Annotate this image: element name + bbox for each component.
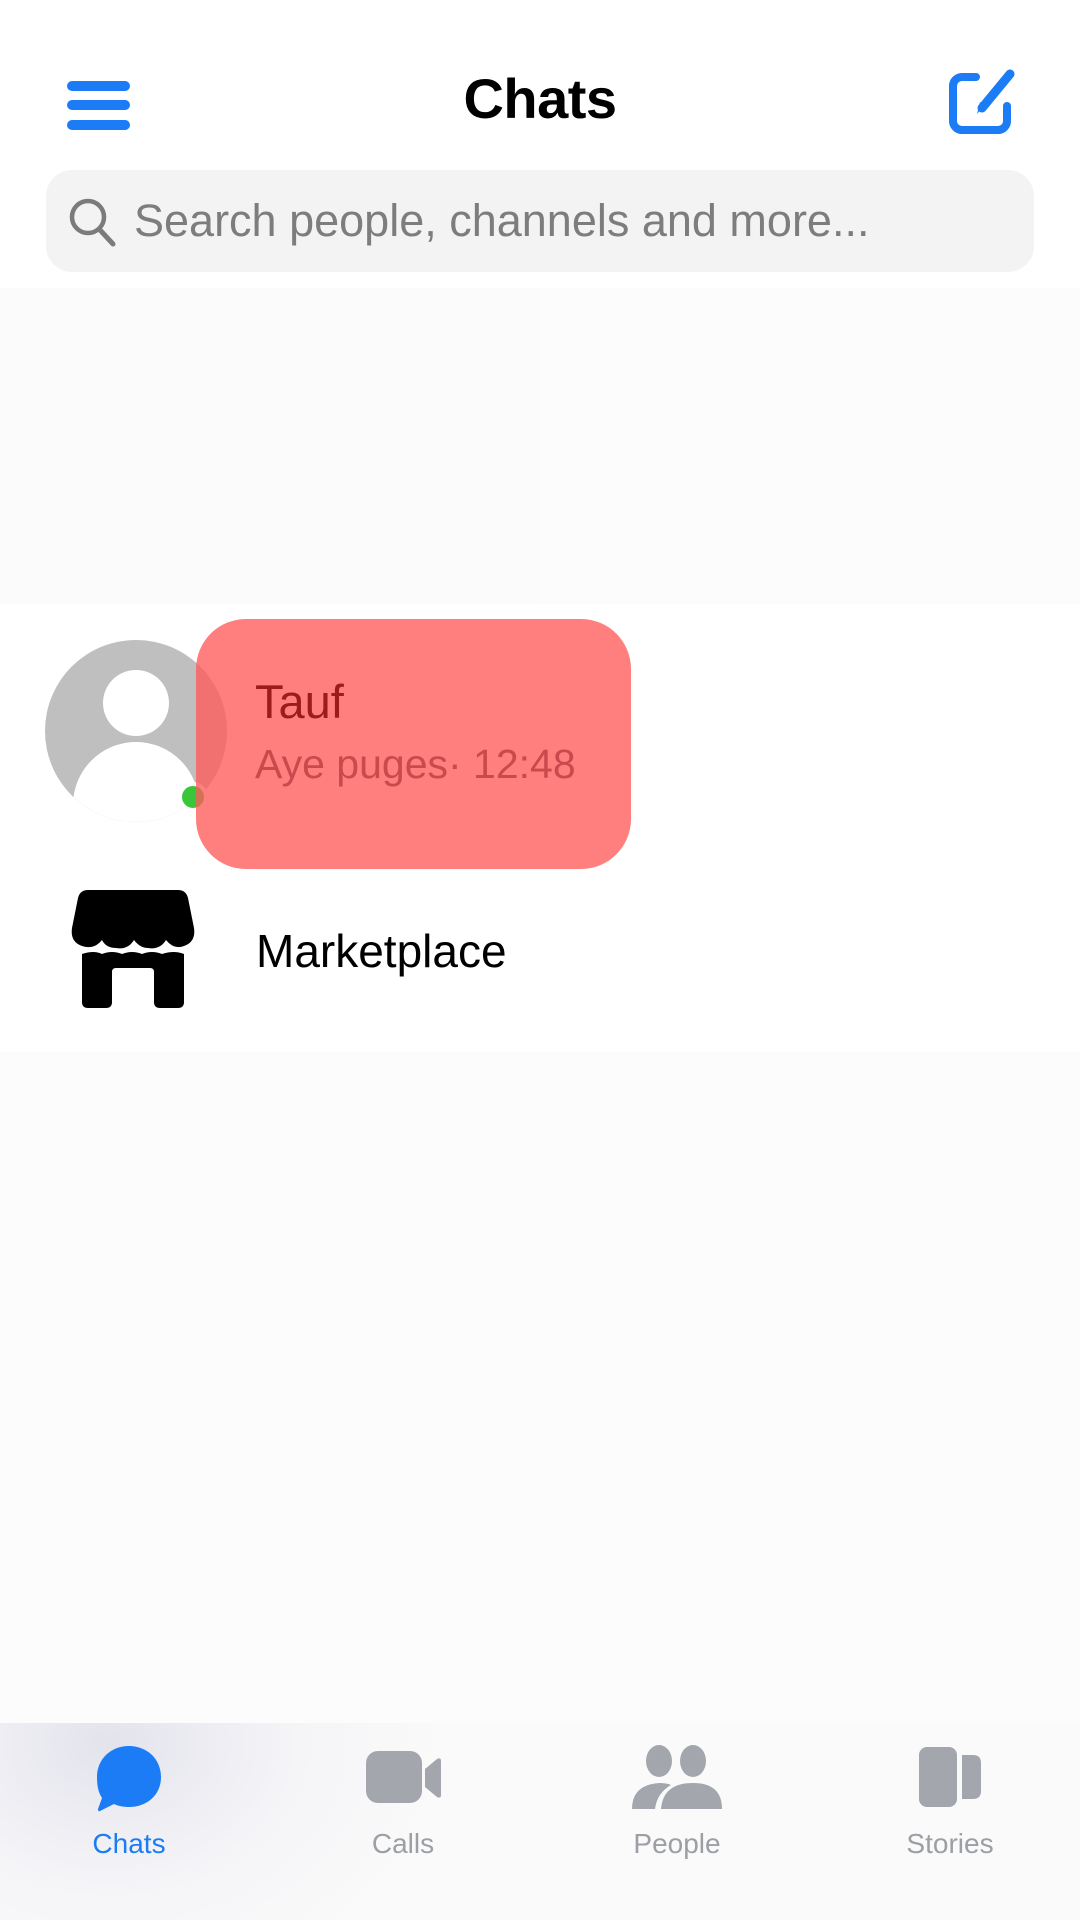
chat-last-message: Aye puges· 12:48: [255, 741, 576, 787]
tab-calls[interactable]: Calls: [268, 1723, 538, 1920]
compose-edit-icon: [949, 69, 1015, 134]
tab-stories[interactable]: Stories: [815, 1723, 1080, 1920]
tab-label: Calls: [371, 1828, 435, 1859]
video-camera-icon: [366, 1751, 441, 1803]
tab-label: Stories: [906, 1828, 994, 1859]
page-title: Chats: [463, 67, 617, 130]
loading-placeholder-panel: [0, 288, 539, 604]
bottom-tab-bar: Chats Calls People Stories: [0, 1723, 1080, 1920]
tab-people[interactable]: People: [542, 1723, 812, 1920]
people-icon: [632, 1745, 722, 1809]
tab-label: People: [633, 1828, 721, 1859]
tab-label: Chats: [92, 1828, 166, 1859]
chat-bubble-icon: [97, 1746, 161, 1812]
avatar-person-body: [73, 742, 199, 822]
marketplace-label: Marketplace: [256, 925, 507, 977]
stories-icon: [919, 1747, 981, 1807]
compose-button[interactable]: [948, 66, 1018, 136]
storefront-icon: [71, 890, 195, 1008]
avatar-person-head: [103, 670, 169, 736]
search-icon: [69, 198, 116, 247]
tab-chats[interactable]: Chats: [0, 1723, 264, 1920]
search-input[interactable]: [134, 170, 1014, 272]
search-bar[interactable]: [46, 170, 1034, 272]
chat-contact-name: Tauf: [255, 675, 344, 728]
